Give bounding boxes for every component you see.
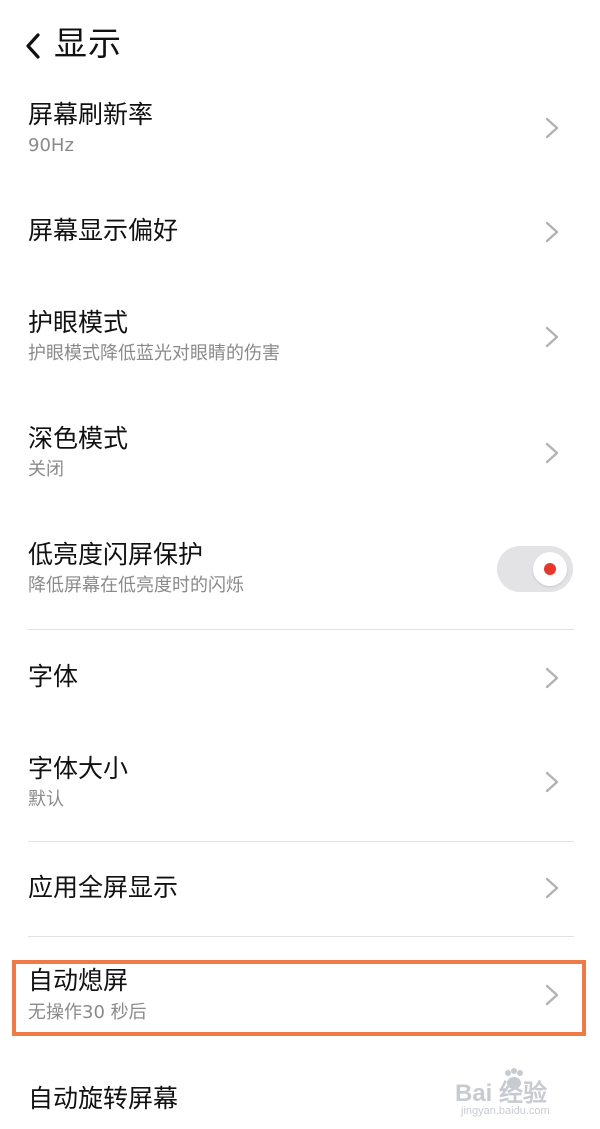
setting-row-full-screen-apps[interactable]: 应用全屏显示 [0,858,600,918]
setting-title: 屏幕显示偏好 [28,216,179,245]
setting-row-refresh-rate[interactable]: 屏幕刷新率 90Hz [0,92,600,172]
setting-title: 字体大小 [28,754,129,783]
setting-subtitle: 护眼模式降低蓝光对眼睛的伤害 [28,343,280,364]
setting-subtitle: 默认 [28,789,64,810]
section-divider [28,629,574,630]
chevron-right-icon [545,221,559,243]
page-title: 显示 [54,24,122,63]
setting-row-low-brightness-flicker: 低亮度闪屏保护 降低屏幕在低亮度时的闪烁 [0,532,600,612]
page-header: 显示 [0,0,600,90]
setting-row-display-preference[interactable]: 屏幕显示偏好 [0,200,600,270]
flicker-protection-toggle[interactable] [497,546,573,592]
section-divider [28,936,574,937]
section-divider [28,841,574,842]
setting-title: 深色模式 [28,424,129,453]
setting-row-auto-rotate[interactable]: 自动旋转屏幕 [0,1074,600,1129]
setting-subtitle: 90Hz [28,135,74,156]
setting-row-font-size[interactable]: 字体大小 默认 [0,746,600,826]
setting-row-auto-screen-off[interactable]: 自动熄屏 无操作30 秒后 [0,962,600,1030]
setting-title: 自动旋转屏幕 [28,1084,179,1113]
chevron-right-icon [545,771,559,793]
chevron-right-icon [545,984,559,1006]
setting-title: 低亮度闪屏保护 [28,540,204,569]
setting-subtitle: 关闭 [28,459,64,480]
setting-subtitle: 降低屏幕在低亮度时的闪烁 [28,575,244,596]
chevron-right-icon [545,117,559,139]
chevron-right-icon [545,877,559,899]
setting-title: 应用全屏显示 [28,873,179,902]
setting-row-font[interactable]: 字体 [0,648,600,708]
setting-title: 护眼模式 [28,308,129,337]
chevron-right-icon [545,667,559,689]
setting-row-eye-protection[interactable]: 护眼模式 护眼模式降低蓝光对眼睛的伤害 [0,300,600,380]
back-button[interactable] [18,26,48,66]
setting-title: 字体 [28,662,79,691]
chevron-right-icon [545,442,559,464]
toggle-on-indicator [544,563,556,575]
chevron-right-icon [545,326,559,348]
setting-row-dark-mode[interactable]: 深色模式 关闭 [0,416,600,496]
setting-title: 自动熄屏 [28,966,129,995]
toggle-knob [533,552,567,586]
setting-subtitle: 无操作30 秒后 [28,1002,147,1023]
chevron-left-icon[interactable] [25,32,41,60]
setting-title: 屏幕刷新率 [28,100,154,129]
